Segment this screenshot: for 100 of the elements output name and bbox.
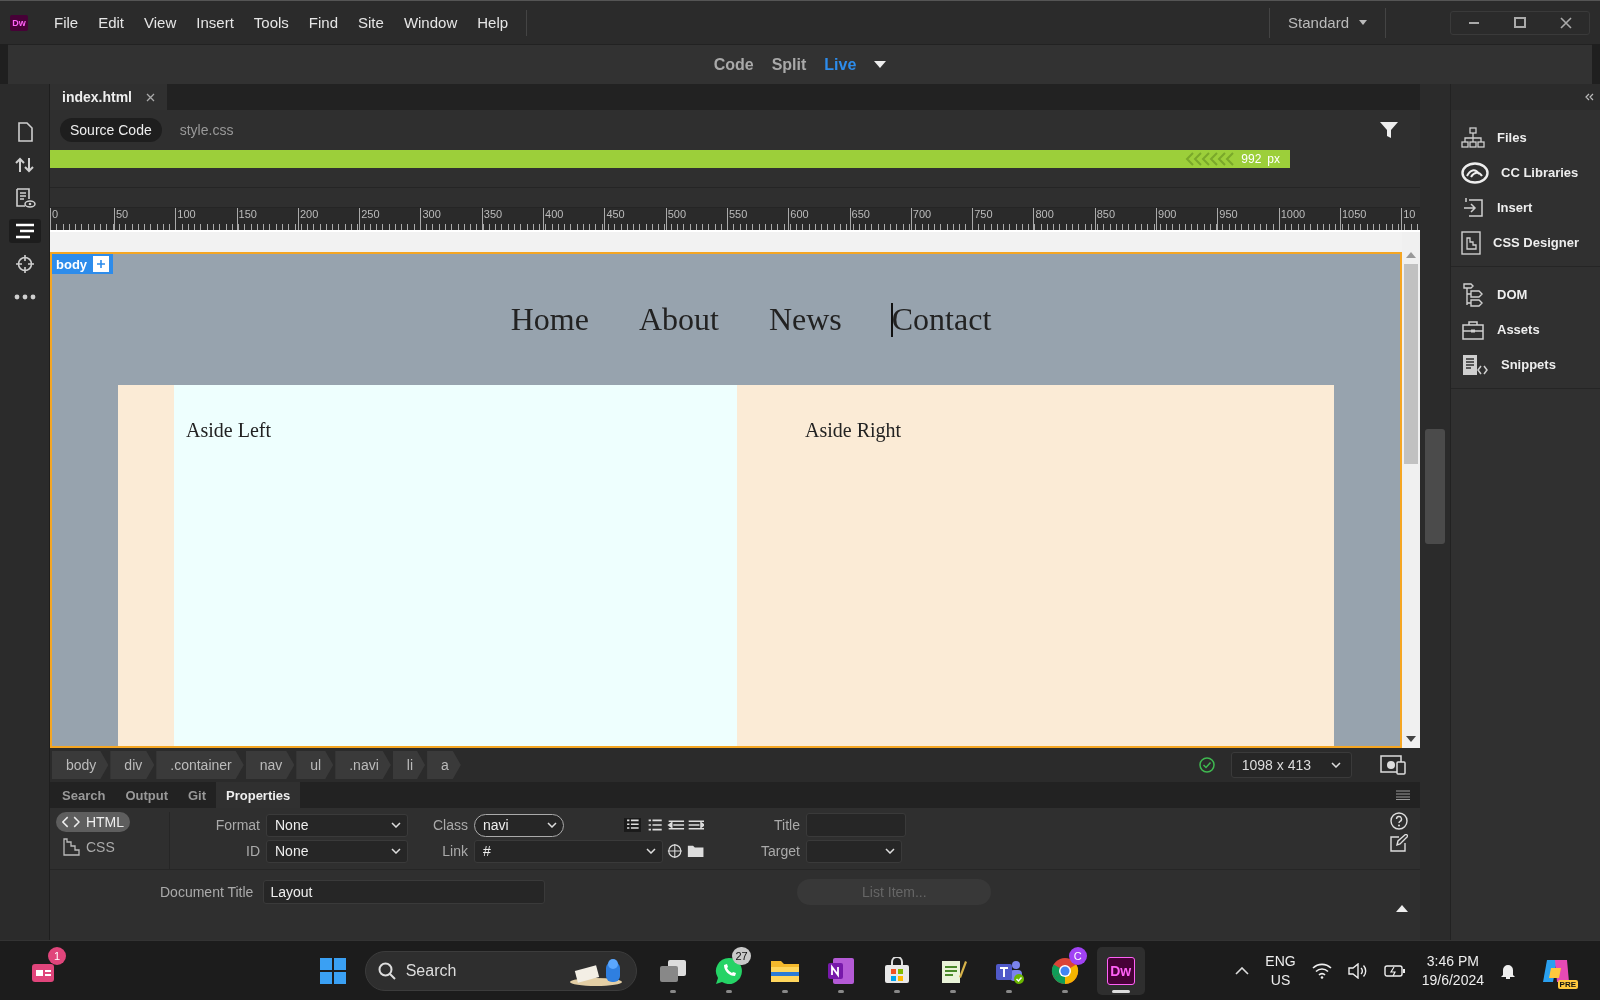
view-mode-tab[interactable]: Split [771,55,807,74]
view-mode-tab[interactable]: Live [824,55,857,74]
taskbar-app[interactable]: Dw [1096,946,1145,995]
nav-link[interactable]: Contact [891,301,992,338]
ruler-label: 300 [422,208,441,220]
collapse-panel-icon[interactable] [1584,93,1594,101]
menu-icon[interactable] [1396,790,1410,800]
chevron-up-icon[interactable] [1235,966,1250,975]
language-indicator[interactable]: ENG US [1265,952,1296,989]
tag-crumb[interactable]: .container [156,751,244,779]
folder-icon[interactable] [686,843,704,859]
list-icons-drawing[interactable] [623,816,704,834]
panel-tab[interactable]: Search [52,782,116,808]
menu-item[interactable]: Site [350,14,392,31]
widgets-button[interactable]: 1 [20,946,68,995]
panel-tab[interactable]: Git [177,782,217,808]
count-badge: 27 [732,946,751,965]
document-eye-icon[interactable] [13,187,36,209]
menu-item[interactable]: Help [469,14,517,31]
id-dropdown[interactable]: None [266,839,408,863]
menu-item[interactable]: Window [395,14,466,31]
chevron-down-icon [885,848,895,854]
related-file-tab[interactable]: Source Code [60,118,162,142]
clock[interactable]: 3:46 PM 19/6/2024 [1421,952,1484,989]
nav-link[interactable]: News [768,301,842,338]
minimize-icon [1469,21,1479,24]
nav-link[interactable]: About [638,301,719,338]
close-icon [1560,16,1572,29]
caret-icon[interactable] [874,61,887,68]
collapse-icon[interactable] [1396,905,1408,912]
tag-crumb[interactable]: nav [245,751,295,779]
mode-toggle[interactable]: HTML [56,812,130,832]
format-dropdown[interactable]: None [266,813,408,837]
ruler-label: 400 [545,208,564,220]
panel-item[interactable]: DOM [1461,279,1600,310]
tag-crumb[interactable]: .navi [335,751,391,779]
panel-tab[interactable]: Properties [216,782,301,808]
chevron-down-icon [546,822,557,828]
chevrons-icon [1185,152,1236,166]
field-label: ID [245,843,260,859]
taskbar-search[interactable]: Search [364,950,637,991]
view-mode-tab[interactable]: Code [713,55,754,74]
lines-icon[interactable] [14,223,35,239]
ruler-label: 200 [299,208,319,220]
viewport-size-dropdown[interactable]: 1098 x 413 [1230,752,1352,778]
help-icon[interactable] [1390,812,1408,830]
menu-item[interactable]: Find [300,14,346,31]
panel-item[interactable]: CSS Designer [1461,227,1600,258]
panel-item[interactable]: CC Libraries [1461,157,1600,188]
field-label: Document Title [160,884,254,900]
panel-tab[interactable]: Output [115,782,178,808]
tag-crumb[interactable]: body [52,751,109,779]
nav-link[interactable]: Home [510,301,589,338]
close-icon [146,92,155,102]
css-designer-icon [1461,230,1481,255]
ruler-label: 100 [177,208,196,220]
class-dropdown[interactable]: navi [474,813,564,837]
add-icon[interactable] [93,256,110,272]
taskbar-app[interactable]: 27 [704,946,753,995]
panel-item[interactable]: Snippets [1461,349,1600,380]
device-preview-icon[interactable] [1380,755,1406,775]
chevron-down-icon [391,822,401,828]
panel-item[interactable]: Files [1461,122,1600,153]
panel-resize-handle[interactable] [1425,429,1445,544]
taskbar-app[interactable]: C [1040,946,1089,995]
workspace-dropdown[interactable]: Standard [1269,7,1386,38]
ruler-label: 450 [606,208,625,220]
up-down-arrows-icon[interactable] [14,156,35,174]
file-icon[interactable] [15,122,34,142]
more-icon[interactable] [13,294,36,300]
windows-icon [318,956,347,985]
app-logo[interactable]: Dw [1106,956,1135,985]
chevron-down-icon [646,848,657,854]
panel-item[interactable]: Insert [1461,192,1600,223]
mode-toggle[interactable]: CSS [56,836,130,858]
panel-item[interactable]: Assets [1461,314,1600,345]
menu-item[interactable]: File [46,14,87,31]
document-title-field[interactable]: Layout [263,880,546,904]
scroll-down-icon[interactable] [1406,736,1416,742]
field-label: Class [432,817,468,833]
menu-item[interactable]: View [136,14,185,31]
edit-icon[interactable] [1390,834,1408,852]
crosshair-icon[interactable] [667,842,683,860]
filter-icon[interactable] [1380,122,1398,138]
menu-item[interactable]: Insert [188,14,242,31]
tag-crumb[interactable]: li [392,751,426,779]
document-tab[interactable]: index.html [50,84,167,110]
tag-crumb[interactable]: ul [296,751,334,779]
ruler-label: 0 [52,208,59,220]
menu-item[interactable]: Tools [245,14,297,31]
copilot-button[interactable]: PRE [1532,946,1580,995]
ruler-label: 1000 [1280,208,1306,220]
link-field[interactable]: # [474,839,664,863]
menu-item[interactable]: Edit [90,14,133,31]
briefcase-icon [1461,319,1485,340]
related-file-tab[interactable]: style.css [169,118,244,142]
ruler-label: 750 [974,208,993,220]
tag-crumb[interactable]: div [110,751,155,779]
crosshair-icon[interactable] [14,254,35,274]
tag-crumb[interactable]: a [427,751,461,779]
